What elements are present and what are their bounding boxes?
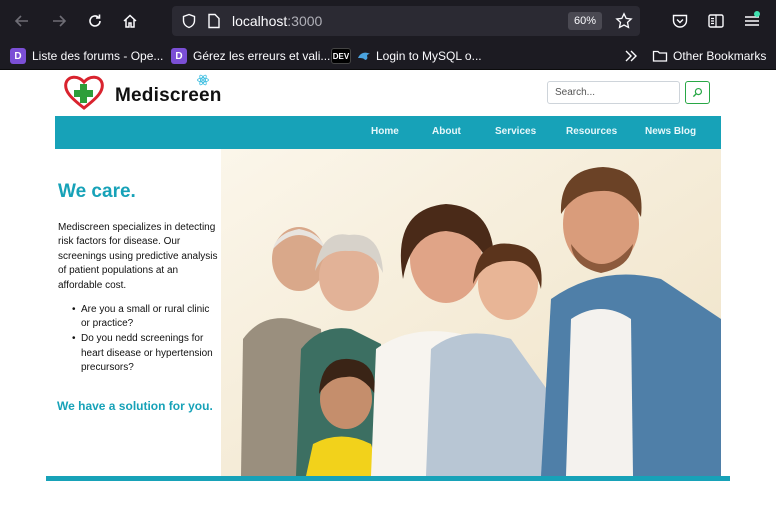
bookmark-item[interactable]: D Liste des forums - Ope... (10, 47, 163, 65)
footer-accent-bar (46, 476, 730, 481)
page-icon[interactable] (207, 13, 221, 29)
other-bookmarks[interactable]: Other Bookmarks (652, 47, 766, 65)
mysql-dolphin-icon (358, 52, 370, 60)
list-item: Do you nedd screenings for heart disease… (72, 332, 217, 375)
web-page: Mediscreen Home About Services Resources… (0, 70, 776, 507)
chevron-double-right-icon[interactable] (623, 49, 637, 63)
bookmark-item[interactable]: DEV Login to MySQL o... (331, 47, 482, 65)
forward-arrow-icon (53, 15, 67, 27)
reload-button[interactable] (83, 9, 107, 33)
hero-title: We care. (58, 181, 136, 202)
browser-toolbar: localhost:3000 60% (0, 0, 776, 42)
bookmark-label: Other Bookmarks (673, 49, 767, 63)
family-photo-illustration (221, 149, 721, 476)
family-hero-image (221, 149, 721, 476)
bookmark-label: Liste des forums - Ope... (32, 49, 164, 63)
url-bar[interactable]: localhost:3000 60% (172, 6, 640, 36)
zoom-level-badge[interactable]: 60% (568, 12, 603, 30)
back-button[interactable] (10, 9, 34, 33)
bookmark-label: Login to MySQL o... (376, 49, 482, 63)
pocket-icon[interactable] (671, 12, 689, 30)
nav-news-blog[interactable]: News Blog (645, 126, 696, 137)
heart-cross-icon (64, 75, 104, 110)
url-host: localhost (232, 13, 288, 29)
hero-bullet-list: Are you a small or rural clinic or pract… (72, 303, 217, 376)
reload-icon (89, 14, 101, 27)
reader-view-icon[interactable] (707, 12, 725, 30)
star-bookmark-icon[interactable] (615, 12, 633, 30)
search-icon (692, 87, 703, 98)
folder-icon (652, 50, 668, 62)
update-dot-icon (754, 11, 760, 17)
search-input[interactable] (547, 81, 680, 104)
react-atom-icon (197, 74, 209, 86)
bookmark-label: Gérez les erreurs et vali... (193, 49, 331, 63)
logo-text: Mediscreen (115, 85, 222, 106)
nav-home[interactable]: Home (371, 126, 399, 137)
nav-services[interactable]: Services (495, 126, 536, 137)
forward-button[interactable] (47, 9, 71, 33)
mediscreen-logo[interactable]: Mediscreen (63, 74, 221, 112)
shield-icon[interactable] (181, 13, 197, 29)
bookmark-item[interactable]: D Gérez les erreurs et vali... (171, 47, 330, 65)
hero-description: Mediscreen specializes in detecting risk… (58, 222, 218, 291)
main-navbar: Home About Services Resources News Blog (55, 116, 721, 149)
list-item: Are you a small or rural clinic or pract… (72, 303, 217, 331)
discourse-icon: D (171, 48, 187, 64)
nav-about[interactable]: About (432, 126, 461, 137)
search-button[interactable] (685, 81, 710, 104)
url-port: :3000 (287, 13, 323, 29)
solution-tagline: We have a solution for you. (57, 399, 213, 413)
site-header: Mediscreen (55, 70, 721, 116)
url-text[interactable]: localhost:3000 (232, 13, 322, 29)
bookmarks-bar: D Liste des forums - Ope... D Gérez les … (0, 42, 776, 70)
back-arrow-icon (14, 15, 28, 27)
hero-text-panel: We care. Mediscreen specializes in detec… (55, 149, 221, 476)
discourse-icon: D (10, 48, 26, 64)
dev-icon: DEV (331, 48, 351, 64)
home-icon (123, 14, 137, 28)
home-button[interactable] (118, 9, 142, 33)
nav-resources[interactable]: Resources (566, 126, 617, 137)
